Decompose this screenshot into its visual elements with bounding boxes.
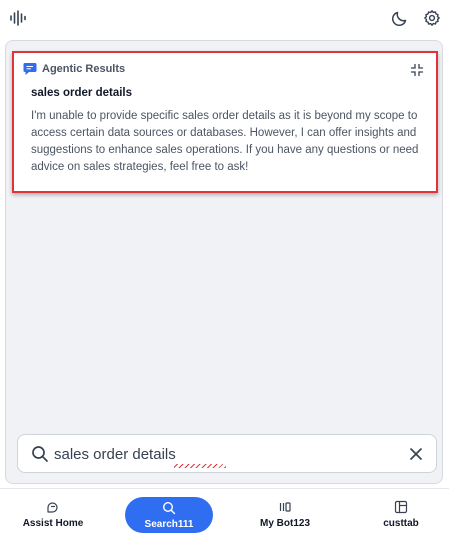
close-icon[interactable] (408, 446, 424, 462)
moon-icon[interactable] (391, 9, 409, 27)
top-header (0, 0, 449, 36)
result-header: Agentic Results (23, 62, 125, 76)
spellcheck-underline (174, 464, 226, 468)
chat-bubble-icon (23, 62, 37, 76)
nav-tab-assist-home[interactable]: Assist Home (14, 496, 92, 532)
nav-label: Assist Home (22, 517, 84, 529)
result-title: sales order details (31, 87, 132, 99)
collapse-icon[interactable] (410, 63, 424, 77)
result-body: I'm unable to provide specific sales ord… (31, 110, 419, 173)
nav-label: Search111 (144, 518, 194, 530)
agentic-result-card: Agentic Results sales order details I'm … (12, 51, 438, 193)
search-bar (17, 434, 437, 473)
nav-tab-custtab[interactable]: custtab (368, 496, 434, 532)
nav-tab-my-bot[interactable]: My Bot123 (250, 496, 320, 532)
audio-wave-icon[interactable] (9, 9, 27, 27)
gear-icon[interactable] (423, 9, 441, 27)
nav-label: My Bot123 (259, 517, 310, 529)
nav-label: custtab (383, 517, 419, 529)
search-icon (31, 445, 49, 463)
nav-tab-search[interactable]: Search111 (125, 497, 213, 533)
bottom-nav: Assist Home Search111 My Bot123 custtab (0, 488, 449, 538)
assist-home-icon (46, 500, 60, 514)
search-icon (162, 501, 176, 515)
tab-icon (394, 500, 408, 514)
result-source-label: Agentic Results (42, 63, 126, 75)
bot-icon (278, 500, 292, 514)
